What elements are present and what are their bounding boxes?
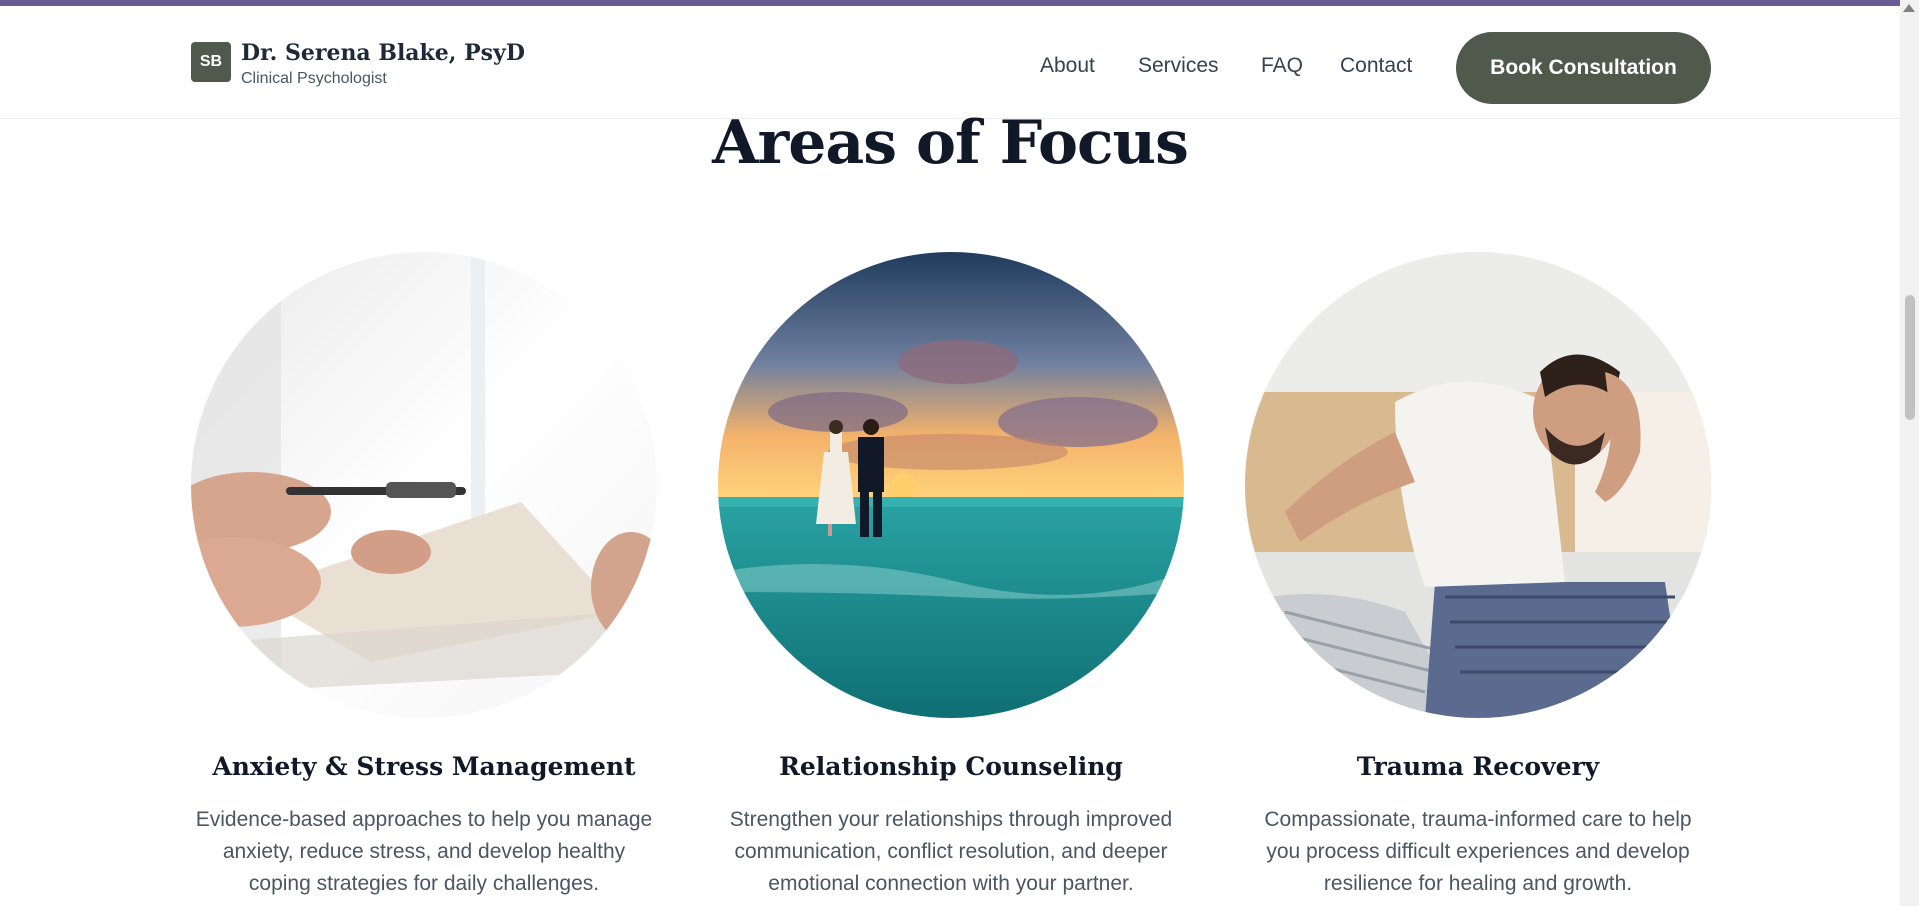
- card-title: Relationship Counseling: [779, 752, 1123, 781]
- scroll-up-arrow-icon[interactable]: [1903, 4, 1915, 12]
- nav-faq-link[interactable]: FAQ: [1261, 54, 1303, 78]
- logo-badge[interactable]: SB: [191, 42, 231, 82]
- page-scrollbar[interactable]: [1900, 0, 1919, 906]
- card-title: Trauma Recovery: [1356, 752, 1600, 781]
- card-description: Strengthen your relationships through im…: [729, 808, 1173, 895]
- card-description: Evidence-based approaches to help you ma…: [195, 808, 653, 895]
- section-title: Areas of Focus: [712, 108, 1189, 178]
- hands-document-pen-photo: [191, 252, 657, 718]
- site-header: SB Dr. Serena Blake, PsyD Clinical Psych…: [0, 6, 1900, 119]
- nav-about-link[interactable]: About: [1040, 54, 1095, 78]
- nav-services-link[interactable]: Services: [1138, 54, 1219, 78]
- couple-beach-sunset-photo: [718, 252, 1184, 718]
- brand-name[interactable]: Dr. Serena Blake, PsyD: [241, 40, 525, 66]
- distressed-man-bed-photo: [1245, 252, 1711, 718]
- scrollbar-thumb[interactable]: [1905, 295, 1915, 420]
- book-consultation-button[interactable]: Book Consultation: [1456, 32, 1711, 104]
- nav-contact-link[interactable]: Contact: [1340, 54, 1412, 78]
- card-title: Anxiety & Stress Management: [212, 752, 636, 781]
- card-description: Compassionate, trauma-informed care to h…: [1264, 808, 1692, 895]
- brand-subtitle: Clinical Psychologist: [241, 70, 387, 87]
